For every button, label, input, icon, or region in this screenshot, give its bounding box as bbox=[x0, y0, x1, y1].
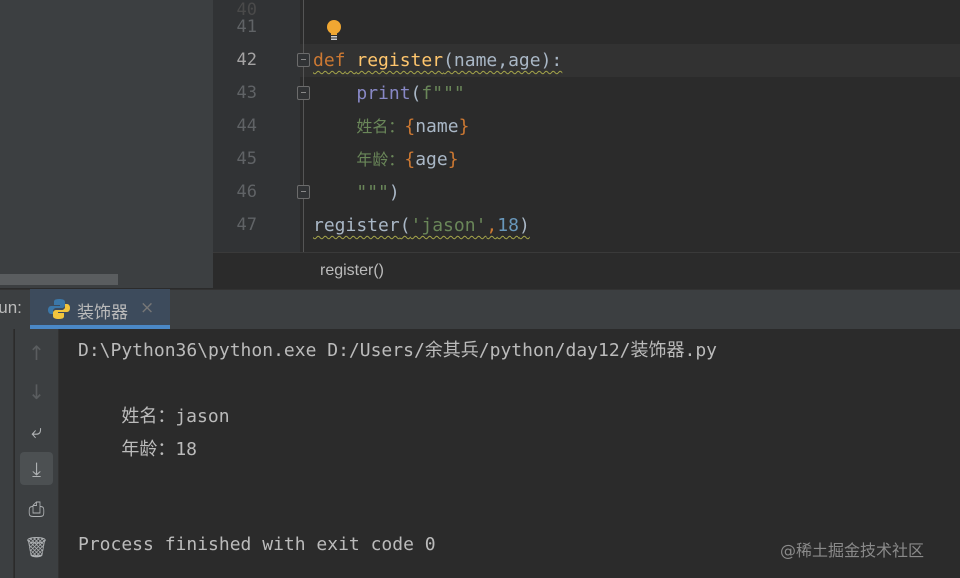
function-name: register bbox=[356, 50, 444, 71]
python-icon bbox=[48, 299, 70, 319]
arrow-down-icon[interactable]: ↓ bbox=[20, 375, 53, 408]
fold-icon[interactable] bbox=[297, 86, 310, 100]
run-label: Run: bbox=[0, 298, 22, 317]
code-line-46: """) bbox=[313, 176, 400, 209]
breadcrumb[interactable]: register() bbox=[320, 262, 384, 280]
code-line-44: 姓名：{name} bbox=[313, 110, 469, 143]
builtin: print bbox=[356, 83, 411, 104]
string: """ bbox=[356, 182, 389, 203]
line-number: 44 bbox=[236, 116, 257, 136]
line-number: 46 bbox=[236, 182, 257, 202]
brace: } bbox=[458, 116, 470, 137]
string: 'jason' bbox=[410, 215, 487, 236]
close-icon[interactable]: × bbox=[140, 298, 154, 318]
keyword: def bbox=[313, 50, 346, 71]
watermark: @稀土掘金技术社区 bbox=[780, 541, 925, 560]
print-icon[interactable]: ⎙ bbox=[20, 492, 53, 525]
string: 姓名： bbox=[356, 117, 405, 136]
trash-icon[interactable]: 🗑 bbox=[20, 530, 53, 563]
paren: ) bbox=[388, 182, 400, 203]
brace: } bbox=[447, 149, 459, 170]
run-side-toolbar bbox=[0, 329, 14, 578]
line-number: 42 bbox=[236, 50, 257, 70]
run-tab-title: 装饰器 bbox=[77, 303, 128, 323]
project-panel bbox=[0, 0, 213, 288]
paren: ( bbox=[399, 215, 411, 236]
fold-icon[interactable] bbox=[297, 185, 310, 199]
console-output: 年龄：18 bbox=[78, 439, 198, 460]
breadcrumb-bar: register() bbox=[213, 252, 960, 289]
horizontal-scrollbar[interactable] bbox=[0, 274, 118, 285]
code-line-47: register('jason',18) bbox=[313, 209, 530, 242]
code-line-45: 年龄：{age} bbox=[313, 143, 459, 176]
variable: age bbox=[415, 149, 448, 170]
string: 年龄： bbox=[356, 150, 405, 169]
line-number: 41 bbox=[236, 17, 257, 37]
brace: { bbox=[404, 116, 416, 137]
function-call: register bbox=[313, 215, 400, 236]
paren: ) bbox=[518, 215, 530, 236]
fold-guide bbox=[303, 0, 304, 252]
brace: { bbox=[404, 149, 416, 170]
lightbulb-icon[interactable] bbox=[325, 19, 343, 41]
line-number: 47 bbox=[236, 215, 257, 235]
line-number: 45 bbox=[236, 149, 257, 169]
fold-icon[interactable] bbox=[297, 53, 310, 67]
line-number: 43 bbox=[236, 83, 257, 103]
console-output: 姓名：jason bbox=[78, 406, 230, 427]
soft-wrap-icon[interactable]: ⤶ bbox=[20, 414, 53, 447]
number: 18 bbox=[497, 215, 519, 236]
code-line-43: print(f""" bbox=[313, 77, 465, 110]
scroll-to-end-icon[interactable]: ⤓ bbox=[20, 452, 53, 485]
paren: ( bbox=[410, 83, 422, 104]
string: f""" bbox=[421, 83, 465, 104]
console-exit-message: Process finished with exit code 0 bbox=[78, 534, 436, 555]
params: (name,age): bbox=[443, 50, 563, 71]
variable: name bbox=[415, 116, 459, 137]
comma: , bbox=[486, 215, 498, 236]
code-line-42: def register(name,age): bbox=[313, 44, 562, 77]
console-command: D:\Python36\python.exe D:/Users/余其兵/pyth… bbox=[78, 340, 718, 361]
arrow-up-icon[interactable]: ↑ bbox=[20, 336, 53, 369]
